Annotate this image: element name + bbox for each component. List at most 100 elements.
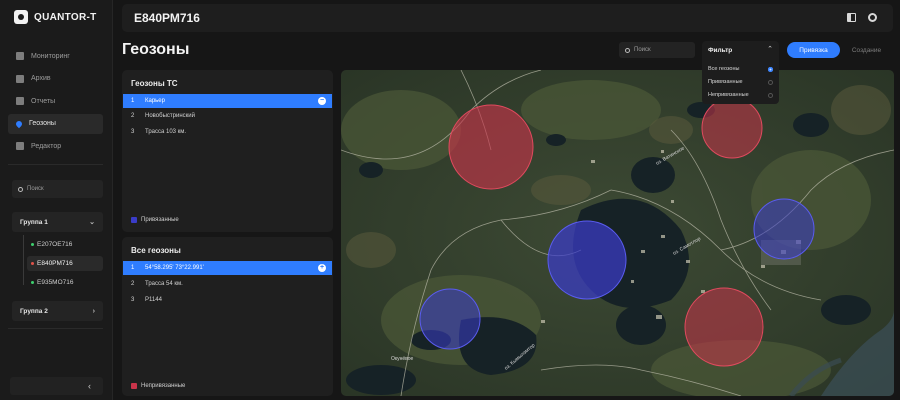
group-1-toggle[interactable]: Группа 1 ⌄: [12, 212, 103, 232]
geozone-unbound[interactable]: [684, 287, 764, 367]
search-placeholder: Поиск: [27, 186, 44, 192]
remove-icon[interactable]: −: [318, 97, 326, 105]
header-bar: Е840РМ716: [122, 4, 893, 32]
map-label: Окунёвое: [391, 356, 414, 362]
add-icon[interactable]: +: [318, 264, 326, 272]
satellite-map[interactable]: оз. Ватинское оз. Самотлор Окунёвое оз. …: [341, 70, 894, 396]
logo-icon: [14, 10, 28, 24]
group-label: Группа 2: [20, 307, 48, 315]
row-label: Новобыстринский: [145, 113, 195, 119]
vehicle-label: Е840РМ716: [37, 260, 73, 267]
vehicle-item[interactable]: Е840РМ716: [27, 256, 103, 271]
map-canvas[interactable]: оз. Ватинское оз. Самотлор Окунёвое оз. …: [341, 70, 894, 396]
sidebar-item-editor[interactable]: Редактор: [8, 136, 103, 156]
sidebar-item-archive[interactable]: Архив: [8, 69, 103, 89]
row-number: 1: [131, 265, 135, 271]
row-label: Р1144: [145, 297, 162, 303]
table-row[interactable]: 3 Трасса 103 км.: [123, 125, 332, 139]
row-number: 3: [131, 129, 135, 135]
filter-option-all[interactable]: Все геозоны: [708, 66, 773, 72]
status-dot-icon: [31, 243, 34, 246]
divider: [8, 328, 103, 329]
geozone-bound[interactable]: [419, 288, 481, 350]
chevron-left-icon: ‹: [88, 381, 91, 391]
all-geozones-panel: Все геозоны 1 54°58.295' 73°22.991' + 2 …: [122, 237, 333, 396]
sidebar-item-label: Отчеты: [31, 97, 56, 105]
table-row[interactable]: 2 Новобыстринский: [123, 109, 332, 123]
chevron-down-icon: ⌄: [89, 219, 95, 226]
vehicle-title: Е840РМ716: [134, 11, 200, 25]
status-dot-icon: [31, 281, 34, 284]
filter-option-bound[interactable]: Привязанные: [708, 79, 773, 85]
tree-line: [23, 235, 24, 285]
geozone-bound[interactable]: [547, 220, 627, 300]
vehicle-label: Е207ОЕ716: [37, 241, 73, 248]
sidebar-item-label: Архив: [31, 75, 51, 82]
group-label: Группа 1: [20, 218, 48, 226]
geozone-unbound[interactable]: [448, 104, 534, 190]
bound-swatch-icon: [131, 217, 137, 223]
split-view-icon[interactable]: [847, 13, 856, 22]
search-placeholder: Поиск: [634, 47, 651, 53]
geozone-unbound[interactable]: [701, 97, 763, 159]
logo[interactable]: QUANTOR-T: [14, 10, 97, 24]
sidebar-nav: Мониторинг Архив Отчеты Геозоны Редактор: [8, 46, 103, 159]
page-title: Геозоны: [122, 41, 190, 58]
vehicle-item[interactable]: Е935МО716: [27, 275, 103, 290]
table-row[interactable]: 3 Р1144: [123, 293, 332, 307]
legend-label: Привязанные: [141, 217, 179, 223]
table-row[interactable]: 1 54°58.295' 73°22.991' +: [123, 261, 332, 275]
geozone-bound[interactable]: [753, 198, 815, 260]
panel-title: Все геозоны: [131, 246, 181, 255]
filter-title: Фильтр: [708, 47, 733, 54]
search-input[interactable]: Поиск: [619, 42, 695, 58]
status-dot-icon: [31, 262, 34, 265]
radio-icon[interactable]: [768, 79, 773, 85]
search-icon: [18, 186, 23, 192]
sidebar: QUANTOR-T Мониторинг Архив Отчеты Геозон…: [0, 0, 113, 400]
tab-bind[interactable]: Привязка: [787, 42, 840, 58]
table-row[interactable]: 1 Карьер −: [123, 94, 332, 108]
pencil-icon: [16, 142, 24, 150]
radio-selected-icon[interactable]: [768, 66, 773, 72]
sidebar-item-label: Геозоны: [29, 120, 56, 127]
chevron-up-icon[interactable]: ⌃: [767, 45, 773, 53]
row-label: Трасса 103 км.: [145, 129, 187, 135]
row-number: 3: [131, 297, 135, 303]
table-row[interactable]: 2 Трасса 54 км.: [123, 277, 332, 291]
app-name: QUANTOR-T: [34, 11, 97, 23]
group-2-toggle[interactable]: Группа 2 ›: [12, 301, 103, 321]
row-number: 1: [131, 98, 135, 104]
unbound-swatch-icon: [131, 383, 137, 389]
search-icon: [625, 47, 630, 53]
sidebar-item-monitoring[interactable]: Мониторинг: [8, 46, 103, 66]
monitoring-icon: [16, 52, 24, 60]
archive-icon: [16, 74, 24, 83]
reports-icon: [16, 97, 24, 105]
sidebar-item-label: Мониторинг: [31, 52, 70, 60]
tab-create[interactable]: Создание: [840, 42, 893, 58]
filter-dropdown[interactable]: Фильтр ⌃ Все геозоны Привязанные Непривя…: [702, 41, 779, 104]
chevron-right-icon: ›: [92, 307, 95, 315]
row-number: 2: [131, 281, 135, 287]
legend-label: Непривязанные: [141, 383, 186, 389]
geozone-pin-icon: [14, 119, 24, 128]
row-label: Карьер: [145, 98, 165, 104]
legend-bound: Привязанные: [131, 217, 179, 223]
sidebar-item-geozones[interactable]: Геозоны: [8, 113, 103, 134]
option-label: Непривязанные: [708, 92, 749, 98]
radio-icon[interactable]: [768, 92, 773, 98]
option-label: Все геозоны: [708, 66, 740, 72]
sidebar-search-input[interactable]: Поиск: [12, 180, 103, 198]
collapse-sidebar-button[interactable]: ‹: [10, 377, 103, 395]
vehicle-item[interactable]: Е207ОЕ716: [27, 237, 103, 252]
sidebar-item-reports[interactable]: Отчеты: [8, 91, 103, 111]
divider: [8, 164, 103, 165]
panel-title: Геозоны ТС: [131, 79, 178, 88]
vehicle-geozones-panel: Геозоны ТС 1 Карьер − 2 Новобыстринский …: [122, 70, 333, 232]
filter-option-unbound[interactable]: Непривязанные: [708, 92, 773, 98]
gear-icon[interactable]: [868, 13, 877, 22]
vehicle-label: Е935МО716: [37, 279, 74, 286]
row-number: 2: [131, 113, 135, 119]
legend-unbound: Непривязанные: [131, 383, 185, 389]
